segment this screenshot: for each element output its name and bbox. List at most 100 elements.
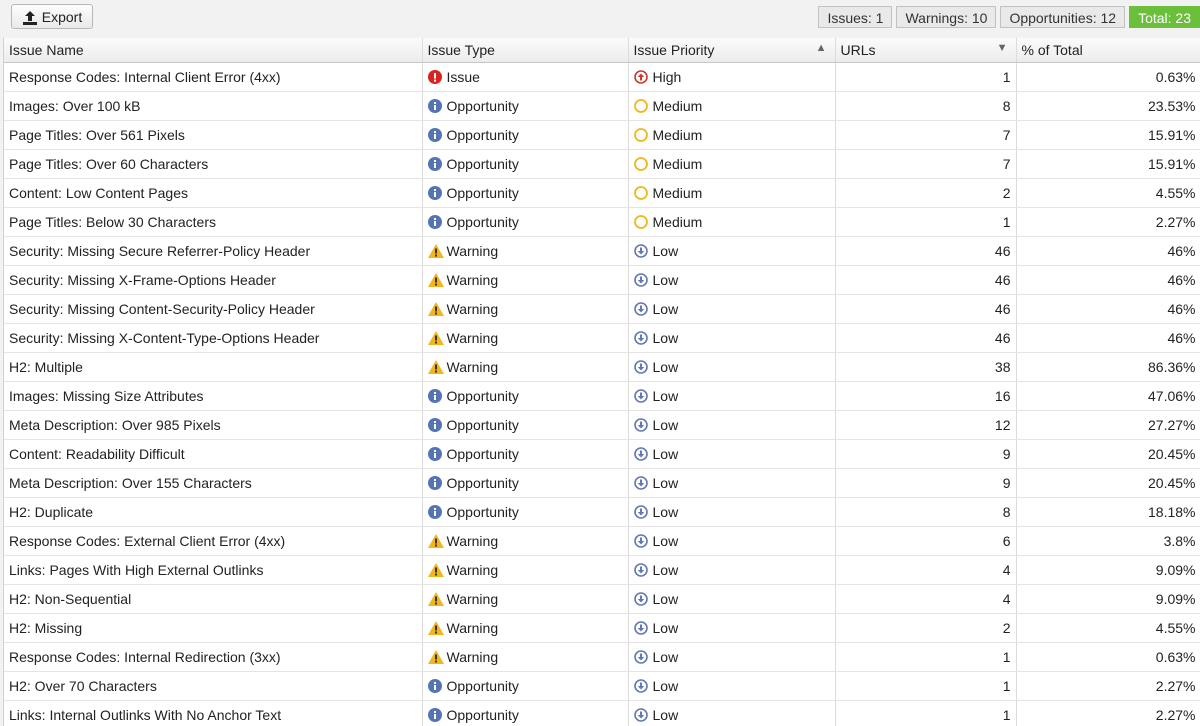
opportunities-count-badge[interactable]: Opportunities: 12: [1000, 6, 1126, 28]
table-row[interactable]: Response Codes: Internal Client Error (4…: [4, 62, 1200, 92]
urls-cell[interactable]: 1: [835, 700, 1017, 726]
issue-name-cell[interactable]: H2: Non-Sequential: [4, 584, 423, 614]
issue-name-cell[interactable]: Security: Missing Content-Security-Polic…: [4, 294, 423, 324]
issue-priority-cell[interactable]: Low: [628, 439, 836, 469]
issue-priority-cell[interactable]: Low: [628, 352, 836, 382]
table-row[interactable]: Links: Pages With High External Outlinks…: [4, 555, 1200, 585]
issue-type-cell[interactable]: Opportunity: [422, 439, 629, 469]
issue-priority-cell[interactable]: Low: [628, 381, 836, 411]
issue-priority-cell[interactable]: Medium: [628, 178, 836, 208]
table-row[interactable]: Security: Missing X-Content-Type-Options…: [4, 323, 1200, 353]
table-row[interactable]: Meta Description: Over 155 Characters Opp…: [4, 468, 1200, 498]
percent-cell[interactable]: 27.27%: [1016, 410, 1200, 440]
issue-type-cell[interactable]: Opportunity: [422, 410, 629, 440]
issue-name-cell[interactable]: Links: Internal Outlinks With No Anchor …: [4, 700, 423, 726]
issue-name-cell[interactable]: Images: Missing Size Attributes: [4, 381, 423, 411]
percent-cell[interactable]: 2.27%: [1016, 700, 1200, 726]
percent-cell[interactable]: 4.55%: [1016, 613, 1200, 643]
issue-type-cell[interactable]: Opportunity: [422, 207, 629, 237]
urls-cell[interactable]: 9: [835, 468, 1017, 498]
table-row[interactable]: H2: Multiple Warning Low 38 86.36%: [4, 352, 1200, 382]
table-row[interactable]: H2: Non-Sequential Warning Low 4 9.09%: [4, 584, 1200, 614]
urls-cell[interactable]: 46: [835, 323, 1017, 353]
urls-cell[interactable]: 8: [835, 497, 1017, 527]
percent-cell[interactable]: 15.91%: [1016, 149, 1200, 179]
issue-priority-cell[interactable]: Medium: [628, 120, 836, 150]
table-row[interactable]: Security: Missing Content-Security-Polic…: [4, 294, 1200, 324]
issue-name-cell[interactable]: Page Titles: Below 30 Characters: [4, 207, 423, 237]
column-header-issue-name[interactable]: Issue Name: [4, 38, 423, 63]
issue-type-cell[interactable]: Opportunity: [422, 381, 629, 411]
issue-priority-cell[interactable]: High: [628, 62, 836, 92]
urls-cell[interactable]: 4: [835, 584, 1017, 614]
issue-type-cell[interactable]: Issue: [422, 62, 629, 92]
issue-type-cell[interactable]: Opportunity: [422, 178, 629, 208]
issue-type-cell[interactable]: Warning: [422, 526, 629, 556]
percent-cell[interactable]: 47.06%: [1016, 381, 1200, 411]
issue-priority-cell[interactable]: Low: [628, 294, 836, 324]
urls-cell[interactable]: 46: [835, 236, 1017, 266]
table-row[interactable]: Page Titles: Over 561 Pixels Opportunity M…: [4, 120, 1200, 150]
issue-type-cell[interactable]: Warning: [422, 642, 629, 672]
issue-type-cell[interactable]: Warning: [422, 294, 629, 324]
urls-cell[interactable]: 4: [835, 555, 1017, 585]
issue-name-cell[interactable]: Content: Readability Difficult: [4, 439, 423, 469]
percent-cell[interactable]: 18.18%: [1016, 497, 1200, 527]
issue-priority-cell[interactable]: Low: [628, 323, 836, 353]
table-row[interactable]: Images: Over 100 kB Opportunity Medium 8 23.…: [4, 91, 1200, 121]
table-row[interactable]: Links: Internal Outlinks With No Anchor …: [4, 700, 1200, 726]
issue-name-cell[interactable]: Meta Description: Over 155 Characters: [4, 468, 423, 498]
issue-name-cell[interactable]: Page Titles: Over 60 Characters: [4, 149, 423, 179]
issue-type-cell[interactable]: Opportunity: [422, 671, 629, 701]
table-row[interactable]: Response Codes: Internal Redirection (3x…: [4, 642, 1200, 672]
percent-cell[interactable]: 15.91%: [1016, 120, 1200, 150]
urls-cell[interactable]: 2: [835, 613, 1017, 643]
issue-type-cell[interactable]: Opportunity: [422, 700, 629, 726]
urls-cell[interactable]: 16: [835, 381, 1017, 411]
column-header-issue-type[interactable]: Issue Type: [422, 38, 629, 63]
urls-cell[interactable]: 9: [835, 439, 1017, 469]
issue-priority-cell[interactable]: Low: [628, 468, 836, 498]
urls-cell[interactable]: 1: [835, 62, 1017, 92]
issue-priority-cell[interactable]: Low: [628, 642, 836, 672]
column-header-urls[interactable]: URLs ▼: [835, 38, 1017, 63]
issue-name-cell[interactable]: Security: Missing X-Content-Type-Options…: [4, 323, 423, 353]
urls-cell[interactable]: 2: [835, 178, 1017, 208]
percent-cell[interactable]: 20.45%: [1016, 468, 1200, 498]
warnings-count-badge[interactable]: Warnings: 10: [896, 6, 997, 28]
percent-cell[interactable]: 9.09%: [1016, 584, 1200, 614]
table-row[interactable]: Content: Readability Difficult Opportunit…: [4, 439, 1200, 469]
percent-cell[interactable]: 3.8%: [1016, 526, 1200, 556]
issue-name-cell[interactable]: H2: Multiple: [4, 352, 423, 382]
issue-priority-cell[interactable]: Low: [628, 526, 836, 556]
urls-cell[interactable]: 7: [835, 120, 1017, 150]
table-row[interactable]: Page Titles: Below 30 Characters Opportun…: [4, 207, 1200, 237]
percent-cell[interactable]: 23.53%: [1016, 91, 1200, 121]
issue-priority-cell[interactable]: Low: [628, 265, 836, 295]
table-row[interactable]: Content: Low Content Pages Opportunity Med…: [4, 178, 1200, 208]
percent-cell[interactable]: 46%: [1016, 323, 1200, 353]
issue-type-cell[interactable]: Warning: [422, 613, 629, 643]
issue-name-cell[interactable]: Images: Over 100 kB: [4, 91, 423, 121]
issue-priority-cell[interactable]: Medium: [628, 207, 836, 237]
issue-type-cell[interactable]: Warning: [422, 236, 629, 266]
urls-cell[interactable]: 1: [835, 671, 1017, 701]
issue-type-cell[interactable]: Warning: [422, 352, 629, 382]
issue-name-cell[interactable]: Security: Missing X-Frame-Options Header: [4, 265, 423, 295]
percent-cell[interactable]: 9.09%: [1016, 555, 1200, 585]
table-row[interactable]: H2: Over 70 Characters Opportunity Low 1 2.2…: [4, 671, 1200, 701]
table-row[interactable]: Response Codes: External Client Error (4…: [4, 526, 1200, 556]
urls-cell[interactable]: 6: [835, 526, 1017, 556]
urls-cell[interactable]: 8: [835, 91, 1017, 121]
issue-priority-cell[interactable]: Low: [628, 671, 836, 701]
urls-cell[interactable]: 1: [835, 207, 1017, 237]
percent-cell[interactable]: 0.63%: [1016, 62, 1200, 92]
issue-priority-cell[interactable]: Low: [628, 555, 836, 585]
urls-cell[interactable]: 46: [835, 265, 1017, 295]
column-header-issue-priority[interactable]: Issue Priority ▲: [628, 38, 836, 63]
issue-type-cell[interactable]: Warning: [422, 555, 629, 585]
urls-cell[interactable]: 12: [835, 410, 1017, 440]
percent-cell[interactable]: 0.63%: [1016, 642, 1200, 672]
table-row[interactable]: Security: Missing Secure Referrer-Policy…: [4, 236, 1200, 266]
issue-priority-cell[interactable]: Low: [628, 410, 836, 440]
